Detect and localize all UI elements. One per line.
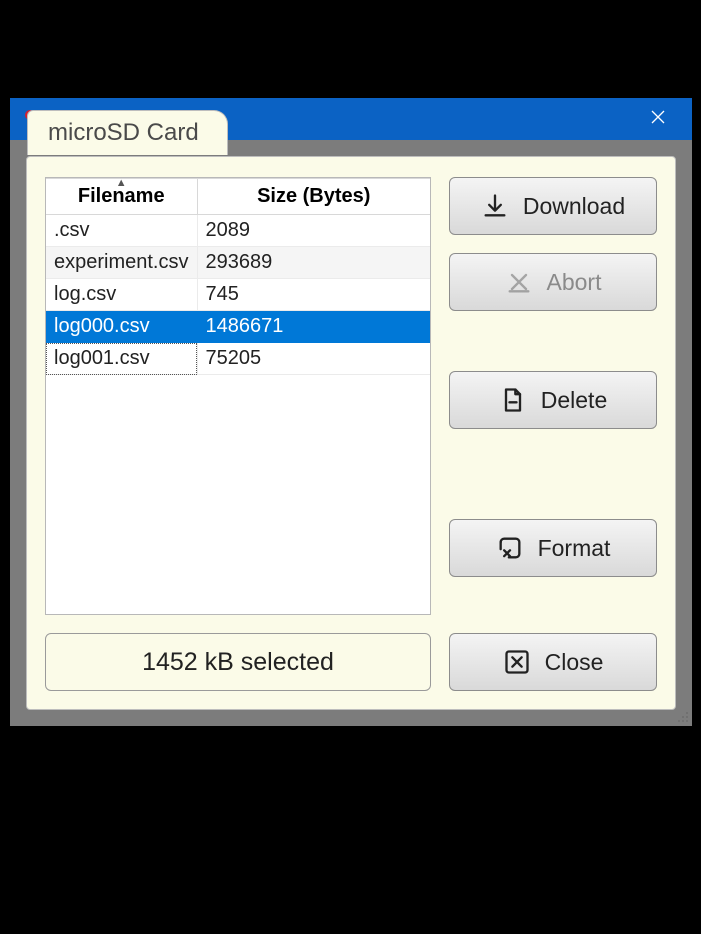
cell-size: 1486671 — [197, 311, 430, 343]
table-row[interactable]: .csv2089 — [46, 215, 430, 247]
close-button[interactable]: Close — [449, 633, 657, 691]
button-column: Download Abort Delete Format — [449, 177, 657, 615]
format-button[interactable]: Format — [449, 519, 657, 577]
status-text: 1452 kB selected — [142, 648, 334, 677]
close-icon — [503, 648, 531, 676]
file-table[interactable]: ▲ Filename Size (Bytes) .csv2089experime… — [45, 177, 431, 615]
delete-button[interactable]: Delete — [449, 371, 657, 429]
format-icon — [496, 534, 524, 562]
cell-filename: log001.csv — [46, 343, 197, 375]
download-button[interactable]: Download — [449, 177, 657, 235]
delete-file-icon — [499, 386, 527, 414]
cell-filename: log000.csv — [46, 311, 197, 343]
window-close-button[interactable] — [638, 109, 678, 130]
cell-filename: experiment.csv — [46, 247, 197, 279]
client-area: microSD Card ▲ Filename Size (Bytes) — [10, 140, 692, 726]
column-size[interactable]: Size (Bytes) — [197, 179, 430, 215]
status-bar: 1452 kB selected — [45, 633, 431, 691]
resize-grip-icon[interactable] — [678, 712, 690, 724]
cell-filename: log.csv — [46, 279, 197, 311]
cell-size: 75205 — [197, 343, 430, 375]
cell-filename: .csv — [46, 215, 197, 247]
app-window: Q-Moisture microSD Card ▲ Filename — [10, 98, 692, 726]
panel-tab[interactable]: microSD Card — [27, 110, 228, 155]
table-row[interactable]: experiment.csv293689 — [46, 247, 430, 279]
cell-size: 745 — [197, 279, 430, 311]
table-row[interactable]: log001.csv75205 — [46, 343, 430, 375]
table-row[interactable]: log.csv745 — [46, 279, 430, 311]
download-icon — [481, 192, 509, 220]
sort-asc-icon: ▲ — [116, 177, 127, 189]
cell-size: 2089 — [197, 215, 430, 247]
cell-size: 293689 — [197, 247, 430, 279]
abort-button: Abort — [449, 253, 657, 311]
microsd-panel: microSD Card ▲ Filename Size (Bytes) — [26, 156, 676, 710]
column-filename[interactable]: ▲ Filename — [46, 179, 197, 215]
abort-icon — [505, 268, 533, 296]
table-row[interactable]: log000.csv1486671 — [46, 311, 430, 343]
